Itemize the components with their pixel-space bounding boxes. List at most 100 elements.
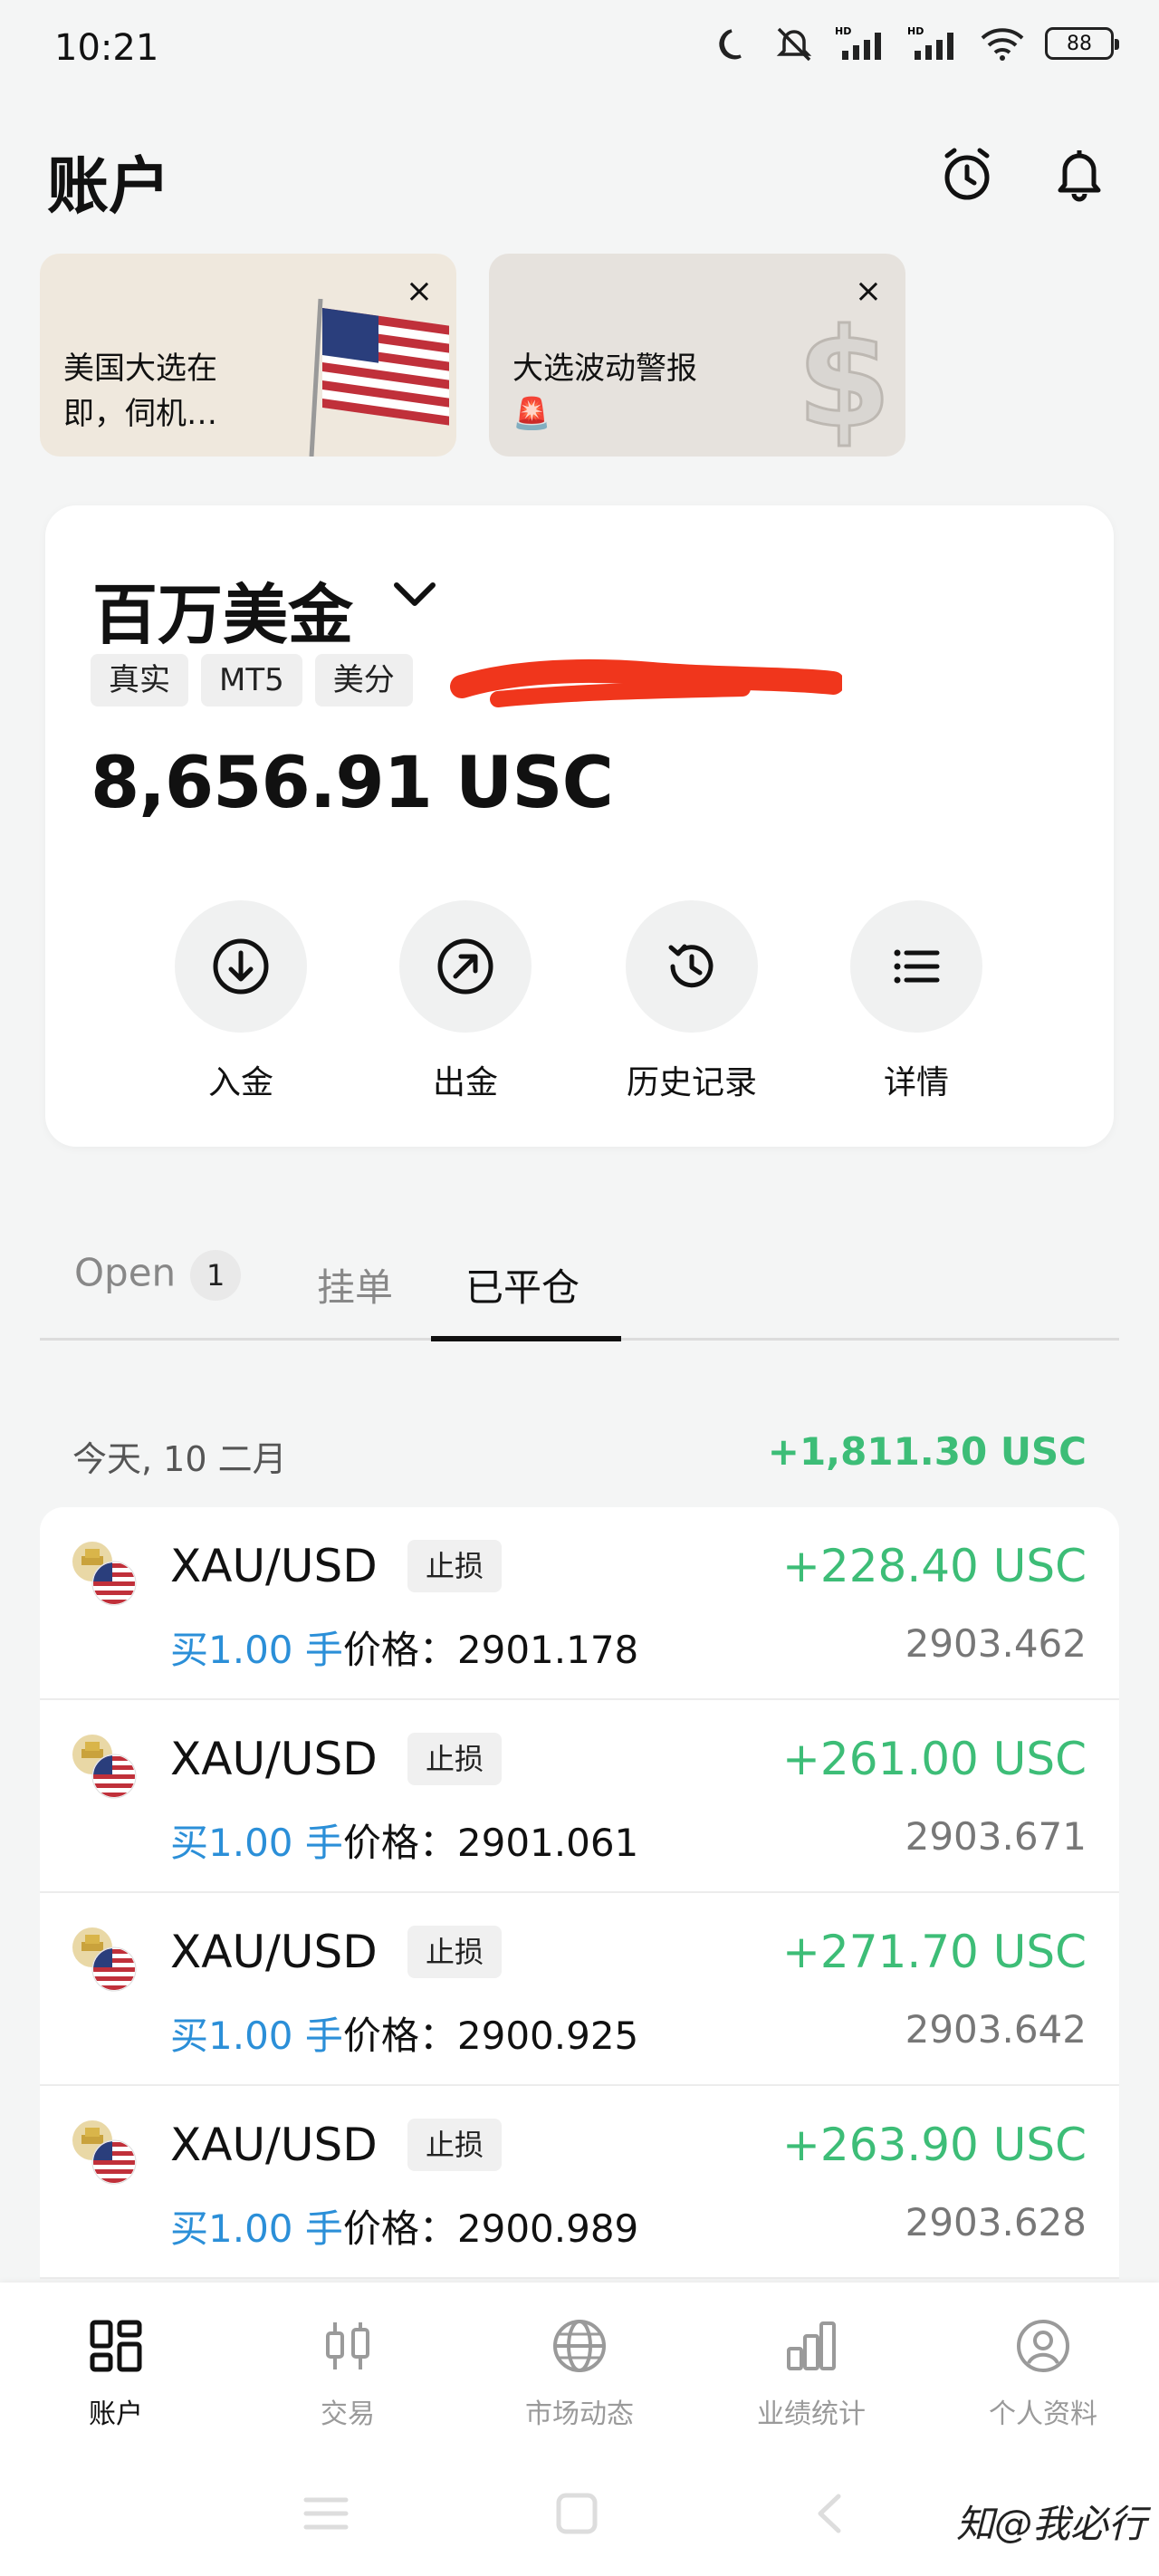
history-label: 历史记录 xyxy=(626,1064,757,1101)
trade-row[interactable]: XAU/USD 止损 +261.00 USC 买1.00 手价格：2901.06… xyxy=(40,1700,1119,1893)
trade-close-price: 2903.671 xyxy=(905,1814,1087,1859)
signal-icon: HD xyxy=(907,25,953,60)
active-tab-indicator xyxy=(431,1336,621,1341)
account-tags: 真实 MT5 美分 xyxy=(91,654,413,706)
back-icon[interactable] xyxy=(811,2491,848,2536)
stop-loss-tag: 止损 xyxy=(407,1926,503,1978)
details-button[interactable]: 详情 xyxy=(826,900,1007,1103)
gold-usd-icon xyxy=(72,1927,137,1992)
trade-pnl: +271.70 USC xyxy=(782,1926,1087,1978)
profile-icon xyxy=(1017,2320,1069,2372)
nav-account-label: 账户 xyxy=(89,2398,143,2430)
account-tag: 真实 xyxy=(91,654,188,706)
nav-account[interactable]: 账户 xyxy=(25,2312,206,2431)
menu-icon[interactable] xyxy=(302,2491,350,2536)
status-time: 10:21 xyxy=(54,27,159,69)
gold-usd-icon xyxy=(72,1735,137,1799)
nav-performance[interactable]: 业绩统计 xyxy=(721,2312,902,2431)
trade-detail: 买1.00 手价格：2900.989 xyxy=(170,2198,638,2254)
group-date: 今天, 10 二月 xyxy=(72,1439,287,1479)
bar-chart-icon xyxy=(787,2321,836,2370)
withdraw-button[interactable]: 出金 xyxy=(375,900,556,1103)
details-label: 详情 xyxy=(883,1064,949,1101)
tab-open-label: Open xyxy=(74,1250,177,1295)
mute-vibrate-icon xyxy=(776,27,812,62)
trade-open-price: 价格：2901.178 xyxy=(342,1628,639,1672)
gold-usd-icon xyxy=(72,2120,137,2185)
svg-text:$: $ xyxy=(797,301,891,457)
trade-detail: 买1.00 手价格：2900.925 xyxy=(170,2005,638,2061)
trade-open-price: 价格：2900.989 xyxy=(342,2206,639,2251)
moon-icon xyxy=(719,29,742,60)
closed-trades-list: XAU/USD 止损 +228.40 USC 买1.00 手价格：2901.17… xyxy=(40,1507,1119,2279)
trade-open-price: 价格：2900.925 xyxy=(342,2014,639,2058)
account-card: 百万美金 真实 MT5 美分 8,656.91 USC 入金 出金 历史记录 详… xyxy=(45,505,1114,1147)
trade-pnl: +263.90 USC xyxy=(782,2119,1087,2171)
chevron-down-icon[interactable] xyxy=(391,576,438,612)
trade-detail: 买1.00 手价格：2901.061 xyxy=(170,1812,638,1868)
wifi-icon xyxy=(981,28,1024,61)
withdraw-label: 出金 xyxy=(432,1064,498,1101)
withdraw-arrow-up-right-icon xyxy=(437,938,493,995)
trade-symbol: XAU/USD xyxy=(170,2119,378,2171)
dollar-sign-icon: $ xyxy=(796,300,893,457)
promo-card-election[interactable]: 美国大选在即，伺机… × xyxy=(40,254,456,457)
candlestick-icon xyxy=(326,2322,369,2369)
nav-market[interactable]: 市场动态 xyxy=(489,2312,670,2431)
nav-profile[interactable]: 个人资料 xyxy=(953,2312,1134,2431)
close-icon[interactable]: × xyxy=(406,275,433,308)
status-bar: 10:21 HD HD 88 xyxy=(0,0,1159,100)
account-name[interactable]: 百万美金 xyxy=(92,562,353,657)
account-tag: 美分 xyxy=(314,654,413,706)
bell-icon[interactable] xyxy=(1050,145,1108,203)
trade-detail: 买1.00 手价格：2901.178 xyxy=(170,1620,638,1675)
trade-pnl: +261.00 USC xyxy=(782,1733,1087,1785)
history-icon xyxy=(668,944,714,988)
history-button[interactable]: 历史记录 xyxy=(601,900,782,1103)
account-grid-icon xyxy=(90,2320,142,2372)
redaction-mark xyxy=(450,658,842,707)
account-balance: 8,656.91 USC xyxy=(91,743,614,824)
nav-trade[interactable]: 交易 xyxy=(257,2312,438,2431)
deposit-label: 入金 xyxy=(207,1064,273,1101)
tab-closed[interactable]: 已平仓 xyxy=(465,1257,580,1312)
gold-usd-icon xyxy=(72,1542,137,1606)
promo-card-alert[interactable]: $ 大选波动警报 🚨 × xyxy=(489,254,905,457)
svg-text:HD: HD xyxy=(835,25,851,37)
account-tag: MT5 xyxy=(201,654,302,706)
trade-symbol: XAU/USD xyxy=(170,1540,378,1592)
trade-side: 买1.00 手 xyxy=(170,2014,343,2058)
position-tabs: Open 1 挂单 已平仓 xyxy=(40,1214,1119,1341)
nav-trade-label: 交易 xyxy=(321,2398,375,2430)
trade-pnl: +228.40 USC xyxy=(782,1540,1087,1592)
promo-text: 美国大选在即，伺机… xyxy=(63,351,217,432)
open-count-badge: 1 xyxy=(190,1250,242,1301)
trade-close-price: 2903.642 xyxy=(905,2007,1087,2052)
nav-market-label: 市场动态 xyxy=(525,2398,634,2430)
tab-pending[interactable]: 挂单 xyxy=(317,1257,393,1312)
list-icon xyxy=(894,949,940,984)
watermark: 知@我必行 xyxy=(955,2502,1146,2546)
tab-open[interactable]: Open 1 xyxy=(74,1250,242,1301)
trade-row[interactable]: XAU/USD 止损 +228.40 USC 买1.00 手价格：2901.17… xyxy=(40,1507,1119,1700)
trade-side: 买1.00 手 xyxy=(170,1628,343,1672)
home-icon[interactable] xyxy=(554,2491,599,2536)
trade-symbol: XAU/USD xyxy=(170,1926,378,1978)
deposit-arrow-down-icon xyxy=(213,938,269,995)
nav-performance-label: 业绩统计 xyxy=(757,2398,866,2430)
alarm-clock-icon[interactable] xyxy=(938,145,996,203)
close-icon[interactable]: × xyxy=(855,275,882,308)
battery-icon: 88 xyxy=(1045,27,1119,60)
nav-profile-label: 个人资料 xyxy=(989,2398,1097,2430)
promo-text: 大选波动警报 🚨 xyxy=(512,351,697,432)
svg-text:HD: HD xyxy=(907,25,924,37)
trade-row[interactable]: XAU/USD 止损 +271.70 USC 买1.00 手价格：2900.92… xyxy=(40,1893,1119,2086)
trade-symbol: XAU/USD xyxy=(170,1733,378,1785)
deposit-button[interactable]: 入金 xyxy=(150,900,331,1103)
status-icons: HD HD 88 xyxy=(717,25,1119,62)
trade-row[interactable]: XAU/USD 止损 +263.90 USC 买1.00 手价格：2900.98… xyxy=(40,2086,1119,2279)
trade-open-price: 价格：2901.061 xyxy=(342,1821,639,1865)
stop-loss-tag: 止损 xyxy=(407,1733,503,1785)
account-actions: 入金 出金 历史记录 详情 xyxy=(45,900,1114,1109)
globe-icon xyxy=(553,2320,606,2372)
